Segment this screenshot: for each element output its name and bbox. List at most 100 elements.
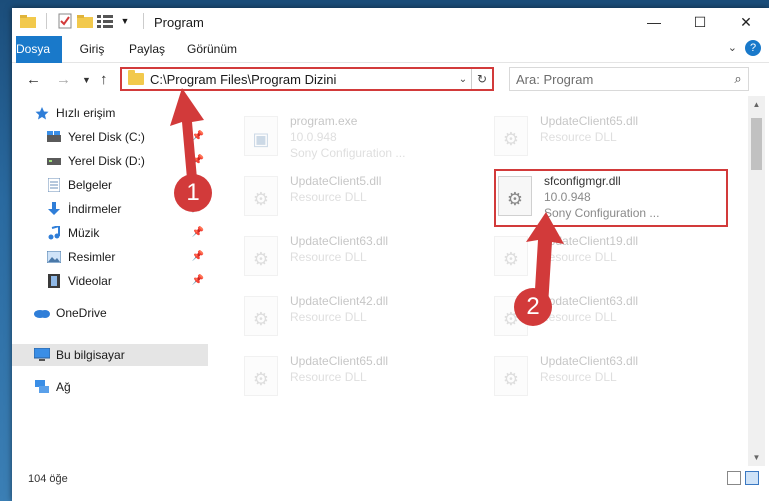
title-bar: ▼ Program — ☐ ✕ [12,8,769,36]
search-box[interactable]: Ara: Program ⌕ [509,67,749,91]
file-name: UpdateClient63.dll [290,234,389,248]
step-badge-1: 1 [174,174,212,212]
dll-gear-icon: ⚙ [244,236,278,276]
sidebar-item-this-pc[interactable]: Bu bilgisayar [12,344,208,366]
search-icon[interactable]: ⌕ [728,71,748,87]
download-arrow-icon [46,201,62,217]
file-item-program-exe[interactable]: ▣ program.exe 10.0.948 Sony Configuration … [244,112,484,164]
scrollbar-thumb[interactable] [751,118,762,170]
view-options-icon[interactable] [97,13,113,29]
sidebar-item-label: OneDrive [56,306,107,320]
sidebar-item-onedrive[interactable]: OneDrive [12,302,208,324]
ribbon-tabs: Dosya Giriş Paylaş Görünüm ⌄ ? [12,36,769,88]
file-name: UpdateClient5.dll [290,174,382,188]
file-name: sfconfigmgr.dll [544,174,621,188]
scroll-down-icon[interactable]: ▼ [748,449,765,466]
step-badge-2: 2 [514,288,552,326]
customize-toolbar-icon[interactable]: ▼ [117,13,133,29]
file-description: Resource DLL [290,190,367,204]
file-item-updateclient42-dll[interactable]: ⚙ UpdateClient42.dll Resource DLL [244,292,484,344]
maximize-button[interactable]: ☐ [677,8,723,36]
folder-icon [128,70,144,85]
file-description: Resource DLL [290,310,367,324]
file-name: UpdateClient63.dll [540,354,639,368]
sidebar-item-label: Ağ [56,380,71,394]
file-description: Resource DLL [540,130,617,144]
details-view-icon[interactable] [727,471,741,485]
dll-gear-icon: ⚙ [494,356,528,396]
window-title: Program [154,15,204,30]
file-description: Resource DLL [290,370,367,384]
computer-icon [34,347,50,363]
separator [143,13,144,29]
item-count: 104 öğe [28,473,68,485]
pin-icon[interactable]: 📌 [192,227,204,238]
file-description: Sony Configuration ... [290,146,406,160]
file-version: 10.0.948 [290,130,337,144]
vertical-scrollbar[interactable]: ▲ ▼ [748,96,765,466]
tab-view[interactable]: Görünüm [182,36,242,62]
close-button[interactable]: ✕ [723,8,769,36]
file-description: Resource DLL [540,370,617,384]
sidebar-item-label: Yerel Disk (D:) [68,154,145,168]
sidebar-item-label: Belgeler [68,178,113,192]
music-note-icon [46,225,62,241]
navigation-bar: ← → ▼ ↑ C:\Program Files\Program Dizini … [12,63,769,95]
tab-share[interactable]: Paylaş [124,36,170,62]
sidebar-item-label: Bu bilgisayar [56,348,125,362]
chevron-down-icon[interactable]: ⌄ [728,41,737,54]
file-item-updateclient63-dll[interactable]: ⚙ UpdateClient63.dll Resource DLL [244,232,484,284]
file-name: UpdateClient65.dll [540,114,639,128]
pictures-icon [46,249,62,265]
application-icon: ▣ [244,116,278,156]
search-input[interactable]: Ara: Program [516,72,728,87]
file-name: UpdateClient42.dll [290,294,389,308]
new-folder-icon[interactable] [77,13,93,29]
chevron-down-icon[interactable]: ⌄ [455,74,471,85]
recent-locations-icon[interactable]: ▼ [82,75,91,85]
file-item-updateclient5-dll[interactable]: ⚙ UpdateClient5.dll Resource DLL [244,172,484,224]
dll-gear-icon: ⚙ [494,116,528,156]
sidebar-item-label: Resimler [68,250,116,264]
film-icon [46,273,62,289]
minimize-button[interactable]: — [631,8,677,36]
sidebar-item-label: Videolar [68,274,112,288]
sidebar-item-label: Müzik [68,226,100,240]
up-arrow-icon[interactable]: ↑ [100,71,108,88]
forward-arrow-icon[interactable]: → [56,71,71,88]
file-name: program.exe [290,114,358,128]
properties-icon[interactable] [57,13,73,29]
file-version: 10.0.948 [544,190,591,204]
dll-gear-icon: ⚙ [244,296,278,336]
sidebar-item-label: İndirmeler [68,202,122,216]
tab-home[interactable]: Giriş [72,36,112,62]
cloud-icon [34,305,50,321]
sidebar-item-pictures[interactable]: Resimler 📌 [12,246,208,268]
file-name: UpdateClient65.dll [290,354,389,368]
file-description: Resource DLL [540,310,617,324]
dll-gear-icon: ⚙ [244,356,278,396]
separator [46,13,47,29]
dll-gear-icon: ⚙ [244,176,278,216]
file-description: Resource DLL [290,250,367,264]
document-icon [46,177,62,193]
tiles-view-icon[interactable] [745,471,759,485]
file-item-updateclient63-dll[interactable]: ⚙ UpdateClient63.dll Resource DLL [494,352,734,404]
sidebar-item-music[interactable]: Müzik 📌 [12,222,208,244]
pin-icon[interactable]: 📌 [192,275,204,286]
scroll-up-icon[interactable]: ▲ [748,96,765,113]
folder-icon [20,13,36,29]
refresh-icon[interactable]: ↻ [471,69,492,89]
drive-icon [46,129,62,145]
file-item-updateclient65-dll[interactable]: ⚙ UpdateClient65.dll Resource DLL [494,112,734,164]
view-toggle [727,471,759,485]
sidebar-item-videos[interactable]: Videolar 📌 [12,270,208,292]
file-item-updateclient65-dll[interactable]: ⚙ UpdateClient65.dll Resource DLL [244,352,484,404]
network-icon [34,379,50,395]
sidebar-item-network[interactable]: Ağ [12,376,208,398]
pin-icon[interactable]: 📌 [192,251,204,262]
back-arrow-icon[interactable]: ← [26,71,41,88]
sidebar-item-label: Hızlı erişim [56,106,116,120]
address-path[interactable]: C:\Program Files\Program Dizini [150,72,455,87]
help-icon[interactable]: ? [745,40,761,56]
